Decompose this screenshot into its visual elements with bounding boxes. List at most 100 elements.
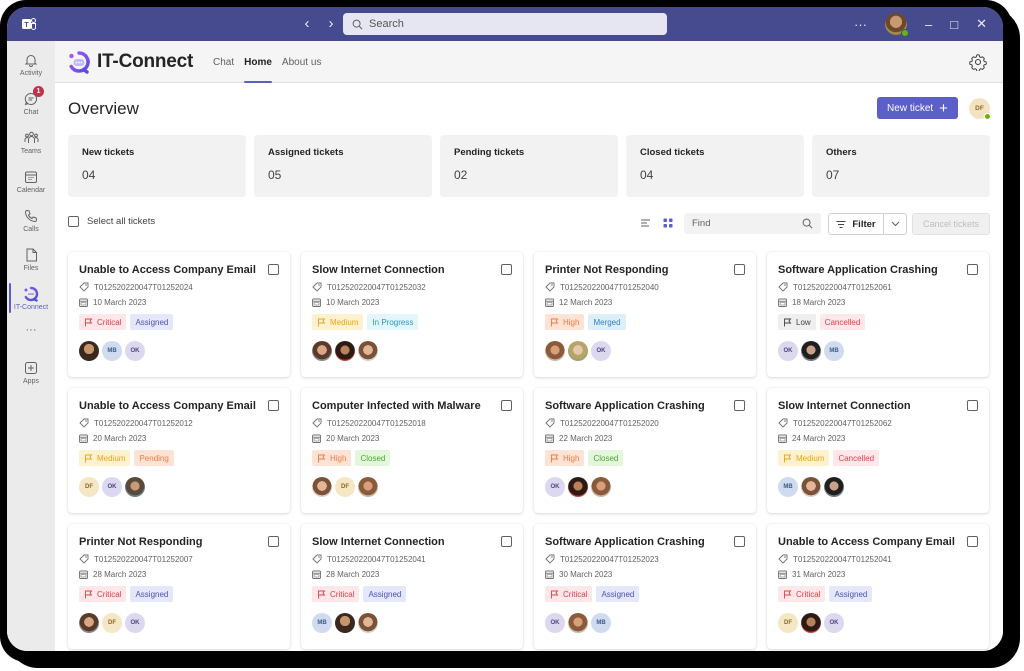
minimize-icon[interactable]: – — [925, 17, 932, 32]
assignee-avatar[interactable] — [312, 341, 332, 361]
assignee-avatar[interactable] — [358, 477, 378, 497]
ticket-select-checkbox[interactable] — [734, 400, 745, 411]
ticket-card[interactable]: Software Application Crashing T0125202200… — [534, 388, 756, 513]
back-arrow-icon[interactable]: ‹ — [301, 15, 313, 32]
assignee-avatar[interactable] — [79, 341, 99, 361]
ticket-card[interactable]: Computer Infected with Malware T012520220… — [301, 388, 523, 513]
ticket-card[interactable]: Software Application Crashing T0125202200… — [767, 252, 989, 377]
tab-chat[interactable]: Chat — [213, 41, 234, 83]
assignee-avatar[interactable]: OK — [591, 341, 611, 361]
ticket-card[interactable]: Printer Not Responding T012520220047T0125… — [534, 252, 756, 377]
ticket-select-checkbox[interactable] — [967, 264, 978, 275]
rail-item-calendar[interactable]: Calendar — [7, 162, 55, 200]
tab-home[interactable]: Home — [244, 41, 272, 83]
ticket-tags: Critical Assigned — [312, 586, 512, 602]
assignee-avatar[interactable] — [801, 477, 821, 497]
ticket-card[interactable]: Unable to Access Company Email T012520220… — [68, 388, 290, 513]
select-all-tickets[interactable]: Select all tickets — [68, 216, 155, 227]
ticket-select-checkbox[interactable] — [734, 536, 745, 547]
priority-badge: Critical — [79, 314, 127, 330]
ticket-card[interactable]: Slow Internet Connection T012520220047T01… — [301, 524, 523, 649]
ticket-select-checkbox[interactable] — [967, 536, 978, 547]
ticket-select-checkbox[interactable] — [734, 264, 745, 275]
assignee-avatar[interactable]: OK — [778, 341, 798, 361]
assignee-avatar[interactable]: MB — [591, 613, 611, 633]
assignee-avatar[interactable] — [125, 477, 145, 497]
assignee-avatar[interactable]: MB — [312, 613, 332, 633]
ticket-card[interactable]: Unable to Access Company Email T012520220… — [68, 252, 290, 377]
new-ticket-button[interactable]: New ticket + — [877, 97, 958, 119]
ticket-card[interactable]: Software Application Crashing T0125202200… — [534, 524, 756, 649]
assignee-avatar[interactable]: OK — [545, 477, 565, 497]
rail-item-calls[interactable]: Calls — [7, 201, 55, 239]
assignee-avatar[interactable] — [801, 341, 821, 361]
assignee-avatar[interactable] — [545, 341, 565, 361]
ticket-select-checkbox[interactable] — [268, 400, 279, 411]
assignee-avatar[interactable]: DF — [79, 477, 99, 497]
assignee-avatar[interactable] — [591, 477, 611, 497]
ticket-card[interactable]: Unable to Access Company Email T012520220… — [767, 524, 989, 649]
priority-label: Critical — [563, 589, 588, 599]
assignee-avatar[interactable]: OK — [545, 613, 565, 633]
ticket-id: T012520220047T01252032 — [327, 282, 426, 292]
find-input[interactable]: Find — [684, 213, 821, 234]
assignee-avatar[interactable] — [568, 613, 588, 633]
filter-dropdown-chevron-icon[interactable] — [884, 214, 906, 234]
grid-view-icon[interactable] — [662, 217, 674, 229]
user-profile-avatar[interactable] — [885, 13, 909, 37]
ticket-card[interactable]: Printer Not Responding T012520220047T0125… — [68, 524, 290, 649]
cancel-tickets-button[interactable]: Cancel tickets — [912, 213, 990, 235]
ticket-card[interactable]: Slow Internet Connection T012520220047T01… — [301, 252, 523, 377]
tab-about-us[interactable]: About us — [282, 41, 321, 83]
assignee-avatar[interactable]: MB — [102, 341, 122, 361]
rail-item-more[interactable]: ··· — [7, 318, 55, 342]
assignee-avatar[interactable] — [358, 613, 378, 633]
assignee-avatar[interactable] — [79, 613, 99, 633]
close-icon[interactable]: ✕ — [976, 16, 987, 32]
ticket-select-checkbox[interactable] — [501, 400, 512, 411]
rail-item-apps[interactable]: Apps — [7, 353, 55, 391]
assignee-avatar[interactable]: OK — [824, 613, 844, 633]
assignee-avatar[interactable]: MB — [824, 341, 844, 361]
ticket-title: Printer Not Responding — [79, 536, 203, 548]
assignee-avatar[interactable] — [358, 341, 378, 361]
assignee-avatar[interactable] — [568, 477, 588, 497]
ticket-select-checkbox[interactable] — [268, 536, 279, 547]
settings-gear-icon[interactable] — [969, 53, 987, 71]
assignee-avatar[interactable]: DF — [102, 613, 122, 633]
assignee-avatar[interactable] — [335, 613, 355, 633]
rail-item-chat[interactable]: 1 Chat — [7, 84, 55, 122]
assignee-avatar[interactable] — [801, 613, 821, 633]
rail-item-activity[interactable]: Activity — [7, 45, 55, 83]
assignee-avatar[interactable] — [824, 477, 844, 497]
assignee-avatar[interactable] — [312, 477, 332, 497]
assignee-avatar[interactable]: DF — [335, 477, 355, 497]
ticket-select-checkbox[interactable] — [967, 400, 978, 411]
assignee-avatar[interactable]: OK — [125, 613, 145, 633]
rail-item-it-connect[interactable]: IT-Connect — [7, 279, 55, 317]
ticket-card[interactable]: Slow Internet Connection T012520220047T01… — [767, 388, 989, 513]
assignee-avatar[interactable]: MB — [778, 477, 798, 497]
filter-main[interactable]: Filter — [829, 214, 884, 234]
rail-item-files[interactable]: Files — [7, 240, 55, 278]
assignee-avatar[interactable]: OK — [102, 477, 122, 497]
maximize-icon[interactable]: □ — [950, 17, 958, 32]
select-all-checkbox[interactable] — [68, 216, 79, 227]
global-search-input[interactable]: Search — [343, 13, 667, 35]
list-view-icon[interactable] — [640, 217, 652, 229]
assignee-avatar[interactable] — [568, 341, 588, 361]
ticket-tag-icon — [545, 282, 555, 292]
ticket-select-checkbox[interactable] — [501, 536, 512, 547]
rail-item-teams[interactable]: Teams — [7, 123, 55, 161]
assignee-avatar[interactable]: OK — [125, 341, 145, 361]
filter-button[interactable]: Filter — [828, 213, 907, 235]
forward-arrow-icon[interactable]: › — [325, 15, 337, 32]
ticket-id-row: T012520220047T01252061 — [778, 282, 978, 292]
ticket-select-checkbox[interactable] — [501, 264, 512, 275]
ticket-select-checkbox[interactable] — [268, 264, 279, 275]
assignee-avatar[interactable] — [335, 341, 355, 361]
more-options-icon[interactable]: ··· — [854, 17, 867, 32]
current-user-avatar[interactable]: DF — [969, 98, 991, 120]
assignee-list: MB — [778, 477, 978, 497]
assignee-avatar[interactable]: DF — [778, 613, 798, 633]
